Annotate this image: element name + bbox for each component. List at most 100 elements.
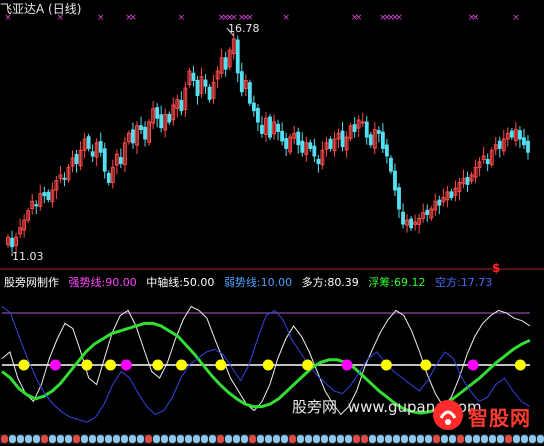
candle-body [393, 170, 397, 191]
scrollbar-cell [121, 435, 128, 443]
candle-body [368, 134, 373, 146]
signal-mark: $ [492, 261, 501, 275]
candle-body [207, 86, 212, 100]
scrollbar-cell [385, 435, 392, 443]
legend-float: 浮筹:69.12 [368, 276, 426, 289]
scrollbar-cell [193, 435, 200, 443]
candle-body [509, 130, 514, 138]
time-scrollbar[interactable] [0, 434, 544, 444]
scrollbar-cell [313, 435, 320, 443]
signal-dot [420, 359, 432, 371]
scrollbar-cell [257, 435, 264, 443]
scrollbar-cell [145, 435, 152, 443]
top-signal-marker: × [355, 13, 363, 23]
signal-dot [302, 359, 314, 371]
candle-body [42, 192, 47, 197]
high-price-label: 16.78 [228, 22, 260, 35]
scrollbar-cell [481, 435, 488, 443]
brand-logo-icon [433, 400, 463, 430]
scrollbar-cell [505, 435, 512, 443]
signal-dot [49, 359, 61, 371]
scrollbar-cell [265, 435, 272, 443]
scrollbar-cell [329, 435, 336, 443]
candle-body [191, 72, 196, 81]
legend-weak-line: 弱势线:10.00 [223, 276, 293, 289]
candle-body [131, 129, 135, 144]
scrollbar-cell [465, 435, 472, 443]
scrollbar-cell [337, 435, 344, 443]
candle-body [276, 123, 280, 132]
candle-body [425, 209, 430, 216]
candle-body [10, 237, 14, 248]
legend-bull: 多方:80.39 [301, 276, 359, 289]
candle-body [328, 138, 333, 149]
candle-body [300, 140, 305, 153]
candle-body [256, 107, 260, 123]
candle-body [316, 158, 321, 165]
candle-body [86, 136, 91, 149]
candle-body [139, 125, 143, 131]
scrollbar-cell [345, 435, 352, 443]
candle-body [360, 121, 365, 124]
scrollbar-cell [41, 435, 48, 443]
candle-body [34, 204, 39, 207]
scrollbar-cell [361, 435, 368, 443]
top-signal-marker: × [129, 13, 137, 23]
scrollbar-cell [241, 435, 248, 443]
stock-chart-panel: × × × × × × × × × × × × × × × × × × × × × × × × 飞亚达A (日线) 16.78… [0, 0, 544, 446]
scrollbar-cell [401, 435, 408, 443]
scrollbar-cell [377, 435, 384, 443]
candle-body [485, 158, 490, 165]
scrollbar-cell [25, 435, 32, 443]
scrollbar-cell [129, 435, 136, 443]
signal-dot [262, 359, 274, 371]
scrollbar-cell [33, 435, 40, 443]
candle-body [251, 102, 256, 112]
scrollbar-cell [353, 435, 360, 443]
scrollbar-cell [9, 435, 16, 443]
watermark-cn: 股旁网 [292, 398, 338, 416]
candle-body [522, 137, 526, 146]
top-signal-marker: × [282, 13, 290, 23]
candle-body [159, 114, 164, 129]
candle-body [155, 107, 160, 119]
scrollbar-cell [321, 435, 328, 443]
scrollbar-cell [249, 435, 256, 443]
scrollbar-cell [409, 435, 416, 443]
scrollbar-cell [297, 435, 304, 443]
scrollbar-cell [281, 435, 288, 443]
candle-body [102, 148, 107, 172]
candle-body [397, 187, 401, 210]
signal-dot [341, 359, 353, 371]
candle-body [235, 39, 240, 74]
legend-bear: 空方:17.73 [435, 276, 493, 289]
candle-body [465, 177, 470, 185]
scrollbar-cell [177, 435, 184, 443]
scrollbar-cell [441, 435, 448, 443]
scrollbar-cell [209, 435, 216, 443]
scrollbar-cell [169, 435, 176, 443]
candle-body [384, 144, 389, 157]
candle-body [449, 191, 454, 199]
scrollbar-cell [49, 435, 56, 443]
chart-title: 飞亚达A (日线) [0, 2, 82, 16]
candle-body [106, 172, 111, 183]
candle-body [296, 131, 301, 146]
signal-dot [215, 359, 227, 371]
scrollbar-cell [73, 435, 80, 443]
scrollbar-cell [497, 435, 504, 443]
scrollbar-cell [217, 435, 224, 443]
candlestick-chart[interactable]: × × × ×× × ×××× ××× × ×× ××××× ×× × [0, 0, 544, 270]
indicator-legend: 股旁网制作 强势线:90.00 中轴线:50.00 弱势线:10.00 多方:8… [4, 276, 498, 289]
signal-dot [18, 359, 30, 371]
candle-body [239, 71, 244, 93]
candle-body [389, 157, 393, 172]
scrollbar-cell [425, 435, 432, 443]
candle-body [401, 211, 405, 225]
scrollbar-cell [273, 435, 280, 443]
candle-body [118, 157, 123, 165]
scrollbar-cell [417, 435, 424, 443]
candle-body [518, 130, 522, 140]
top-signal-marker: × [395, 13, 403, 23]
legend-maker: 股旁网制作 [4, 276, 59, 289]
